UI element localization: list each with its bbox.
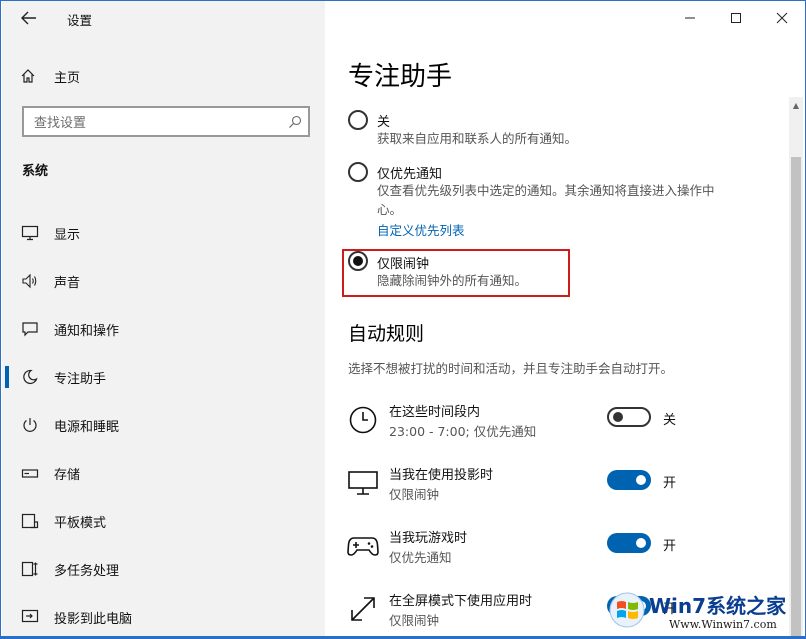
radio-priority-only[interactable] [348,162,368,182]
radio-alarms-only[interactable] [348,251,368,271]
sidebar-item-multitasking[interactable]: 多任务处理 [2,545,325,593]
watermark-url: Www.Winwin7.com [669,618,777,631]
toggle-knob [636,538,646,548]
section-title: 系统 [22,164,49,179]
rule-subtitle: 仅限闹钟 [389,487,440,502]
project-icon [2,609,54,625]
back-arrow-icon [21,11,36,25]
rule-gaming[interactable]: 当我玩游戏时 仅优先通知 开 [346,525,786,573]
option-priority-desc-line1: 仅查看优先级列表中选定的通知。其余通知将直接进入操作中 [377,183,715,198]
sidebar-item-label: 存储 [54,467,81,483]
watermark-brand: Win7系统之家 [649,594,787,618]
home-icon [2,68,54,84]
sidebar-nav: 显示 声音 通知和操作 专注助手 电源和睡眠 存储 平板模式 多任务处理 投影到… [2,209,325,636]
home-label: 主页 [54,70,81,86]
search-input[interactable]: 查找设置 [22,106,310,137]
auto-rules-desc: 选择不想被打扰的时间和活动，并且专注助手会自动打开。 [348,361,674,376]
rule-projecting[interactable]: 当我在使用投影时 仅限闹钟 开 [346,462,786,510]
toggle-switch[interactable] [607,407,651,427]
fullscreen-arrow-icon [346,592,380,626]
option-priority-label: 仅优先通知 [377,167,443,182]
toggle-switch[interactable] [607,470,651,490]
windows-logo-icon [609,592,645,628]
sidebar-item-display[interactable]: 显示 [2,209,325,257]
scroll-up-icon[interactable]: ▲ [789,97,803,113]
rule-title: 当我在使用投影时 [389,468,494,483]
toggle-state-label: 开 [663,476,677,491]
sidebar-item-power[interactable]: 电源和睡眠 [2,401,325,449]
sidebar-item-sound[interactable]: 声音 [2,257,325,305]
option-alarms-label: 仅限闹钟 [377,257,430,272]
window-title: 设置 [67,13,93,28]
option-priority-desc-line2: 心。 [377,202,403,217]
projector-monitor-icon [346,466,380,500]
radio-off[interactable] [348,110,368,130]
close-icon [776,12,788,24]
maximize-icon [731,13,741,23]
rule-title: 在这些时间段内 [389,405,481,420]
scrollbar[interactable]: ▲ [789,97,803,636]
toggle-knob [636,475,646,485]
scrollbar-thumb[interactable] [791,157,801,636]
speaker-icon [2,273,54,289]
sidebar-item-label: 平板模式 [54,515,107,531]
monitor-icon [2,225,54,241]
customize-priority-list-link[interactable]: 自定义优先列表 [377,220,465,239]
sidebar-item-focus-assist[interactable]: 专注助手 [2,353,325,401]
toggle-state-label: 开 [663,539,677,554]
sidebar-item-label: 多任务处理 [54,563,120,579]
toggle-knob [613,412,623,422]
rule-subtitle: 仅优先通知 [389,550,452,565]
page-title: 专注助手 [348,62,453,92]
gamepad-icon [346,529,380,563]
option-off-desc: 获取来自应用和联系人的所有通知。 [377,131,578,146]
search-icon [282,115,308,129]
multitask-icon [2,561,54,577]
rule-title: 在全屏模式下使用应用时 [389,594,533,609]
sidebar-item-label: 显示 [54,227,81,243]
rule-subtitle: 23:00 - 7:00; 仅优先通知 [389,424,537,439]
tablet-icon [2,513,54,529]
sidebar-item-label: 投影到此电脑 [54,611,133,627]
moon-icon [2,369,54,385]
sidebar-item-label: 通知和操作 [54,323,120,339]
minimize-icon [685,17,695,19]
sidebar: 设置 主页 查找设置 系统 显示 声音 通知和操作 专注助手 电源和睡眠 存储 … [2,1,325,636]
rule-subtitle: 仅限闹钟 [389,613,440,628]
sidebar-item-project-to-pc[interactable]: 投影到此电脑 [2,593,325,636]
settings-window: 设置 主页 查找设置 系统 显示 声音 通知和操作 专注助手 电源和睡眠 存储 … [0,0,806,639]
sidebar-item-notifications[interactable]: 通知和操作 [2,305,325,353]
sidebar-item-label: 专注助手 [54,371,107,387]
watermark: Win7系统之家 Www.Winwin7.com [599,586,805,636]
clock-icon [346,403,380,437]
rule-time-range[interactable]: 在这些时间段内 23:00 - 7:00; 仅优先通知 关 [346,399,786,447]
sidebar-item-label: 声音 [54,275,81,291]
toggle-state-label: 关 [663,413,677,428]
power-icon [2,417,54,433]
sidebar-item-tablet-mode[interactable]: 平板模式 [2,497,325,545]
sidebar-item-storage[interactable]: 存储 [2,449,325,497]
auto-rules-heading: 自动规则 [348,323,425,345]
minimize-button[interactable] [667,3,713,33]
toggle-switch[interactable] [607,533,651,553]
close-button[interactable] [759,3,805,33]
rule-title: 当我玩游戏时 [389,531,468,546]
option-off-label: 关 [377,115,391,130]
option-alarms-desc: 隐藏除闹钟外的所有通知。 [377,273,528,288]
search-placeholder: 查找设置 [34,116,87,131]
back-button[interactable] [16,6,42,30]
maximize-button[interactable] [713,3,759,33]
notification-icon [2,321,54,337]
storage-icon [2,465,54,481]
sidebar-item-label: 电源和睡眠 [54,419,120,435]
sidebar-item-home[interactable]: 主页 [2,61,325,91]
